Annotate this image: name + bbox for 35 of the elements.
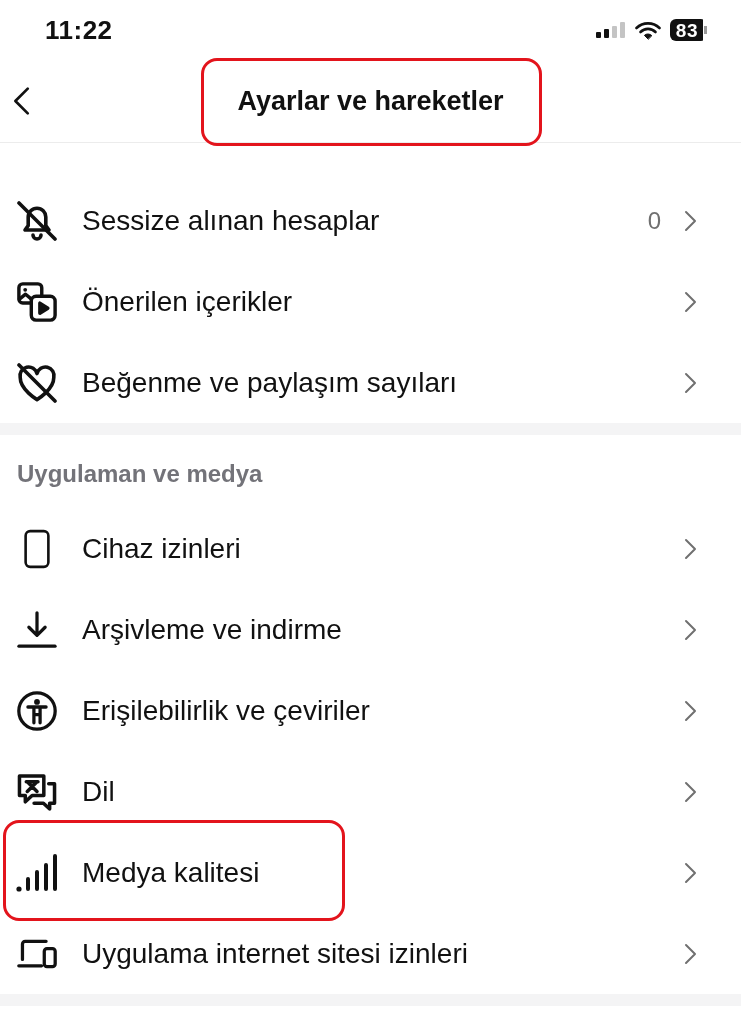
photo-video-icon: [17, 281, 57, 322]
chevron-right-icon: [684, 861, 697, 884]
menu-item-label[interactable]: Cihaz izinleri: [82, 531, 241, 566]
chevron-right-icon: [684, 290, 697, 313]
menu-item-label[interactable]: Beğenme ve paylaşım sayıları: [82, 365, 458, 400]
menu-item-label[interactable]: Medya kalitesi: [82, 855, 260, 890]
phone-icon: [24, 528, 50, 569]
heart-off-icon: [17, 362, 57, 403]
accessibility-icon: [17, 690, 57, 731]
menu-item-label[interactable]: Önerilen içerikler: [82, 284, 293, 319]
menu-item-label[interactable]: Uygulama internet sitesi izinleri: [82, 936, 468, 971]
bell-off-icon: [17, 200, 57, 241]
clock-time: 11:22: [45, 17, 113, 43]
download-icon: [17, 611, 57, 648]
chevron-right-icon: [684, 618, 697, 641]
menu-item-label[interactable]: Arşivleme ve indirme: [82, 612, 342, 647]
section-heading: Uygulaman ve medya: [17, 462, 263, 486]
back-icon: [12, 86, 30, 116]
menu-item-label[interactable]: Sessize alınan hesaplar: [82, 203, 380, 238]
chevron-right-icon: [684, 371, 697, 394]
chevron-right-icon: [684, 942, 697, 965]
item-count: 0: [647, 208, 661, 233]
menu-item-label[interactable]: Erişilebilirlik ve çeviriler: [82, 693, 370, 728]
laptop-phone-icon: [17, 938, 57, 969]
chevron-right-icon: [684, 209, 697, 232]
chevron-right-icon: [684, 699, 697, 722]
chevron-right-icon: [684, 537, 697, 560]
wifi-icon: [634, 20, 661, 40]
speech-bubbles-icon: [17, 772, 57, 811]
chevron-right-icon: [684, 780, 697, 803]
battery-indicator: 83: [669, 19, 707, 41]
screen-title: Ayarlar ve hareketler: [237, 84, 504, 118]
cellular-signal-icon: [595, 22, 626, 38]
menu-item-label[interactable]: Dil: [82, 774, 115, 809]
signal-bars-icon: [16, 853, 58, 892]
